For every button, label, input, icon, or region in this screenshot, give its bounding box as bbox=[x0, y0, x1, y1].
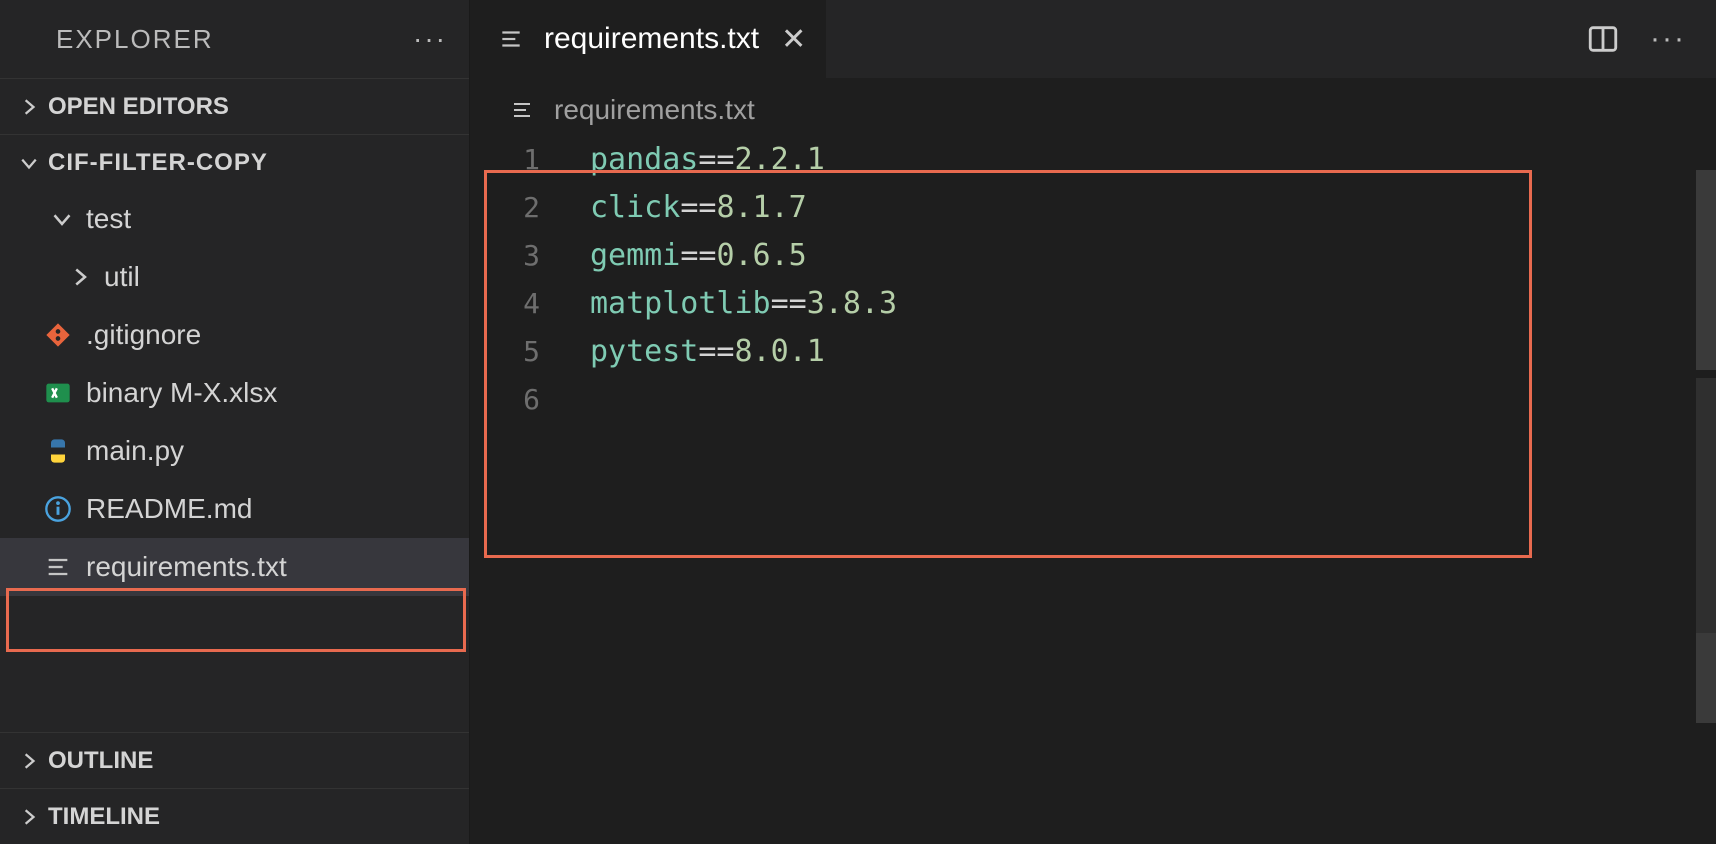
section-label: CIF-FILTER-COPY bbox=[48, 149, 268, 177]
chevron-right-icon bbox=[70, 267, 104, 287]
line-number: 3 bbox=[470, 232, 590, 280]
tab-label: requirements.txt bbox=[544, 22, 759, 56]
excel-icon bbox=[44, 379, 86, 407]
code-line[interactable]: 3gemmi==0.6.5 bbox=[470, 232, 1716, 280]
line-number: 6 bbox=[470, 376, 590, 424]
code-line[interactable]: 2click==8.1.7 bbox=[470, 184, 1716, 232]
code-text: gemmi==0.6.5 bbox=[590, 232, 807, 280]
section-project[interactable]: CIF-FILTER-COPY bbox=[0, 134, 469, 190]
section-label: OPEN EDITORS bbox=[48, 93, 229, 121]
tree-file-label: requirements.txt bbox=[86, 551, 287, 583]
tree-file-label: README.md bbox=[86, 493, 252, 525]
code-text: matplotlib==3.8.3 bbox=[590, 280, 897, 328]
text-lines-icon bbox=[498, 26, 530, 52]
info-icon bbox=[44, 495, 86, 523]
editor-area: requirements.txt ✕ ··· requirements.txt … bbox=[470, 0, 1716, 844]
breadcrumb[interactable]: requirements.txt bbox=[470, 78, 1716, 136]
section-open-editors[interactable]: OPEN EDITORS bbox=[0, 78, 469, 134]
tree-file[interactable]: README.md bbox=[0, 480, 469, 538]
section-label: OUTLINE bbox=[48, 747, 153, 775]
section-outline[interactable]: OUTLINE bbox=[0, 732, 469, 788]
tree-file[interactable]: binary M-X.xlsx bbox=[0, 364, 469, 422]
code-line[interactable]: 6 bbox=[470, 376, 1716, 424]
code-line[interactable]: 4matplotlib==3.8.3 bbox=[470, 280, 1716, 328]
tree-file[interactable]: main.py bbox=[0, 422, 469, 480]
code-text: pandas==2.2.1 bbox=[590, 136, 825, 184]
minimap[interactable] bbox=[1688, 78, 1716, 844]
line-number: 2 bbox=[470, 184, 590, 232]
tab-requirements[interactable]: requirements.txt ✕ bbox=[470, 0, 827, 78]
line-number: 4 bbox=[470, 280, 590, 328]
file-tree: test util .gitignore binary M-X.xlsx bbox=[0, 190, 469, 732]
text-lines-icon bbox=[44, 553, 86, 581]
app-root: EXPLORER ··· OPEN EDITORS CIF-FILTER-COP… bbox=[0, 0, 1716, 844]
minimap-region bbox=[1696, 170, 1716, 370]
sidebar-bottom: OUTLINE TIMELINE bbox=[0, 732, 469, 844]
chevron-down-icon bbox=[52, 209, 86, 229]
tab-actions: ··· bbox=[1586, 0, 1716, 78]
tree-folder[interactable]: test bbox=[0, 190, 469, 248]
code-editor[interactable]: 1pandas==2.2.12click==8.1.73gemmi==0.6.5… bbox=[470, 136, 1716, 424]
tab-bar: requirements.txt ✕ ··· bbox=[470, 0, 1716, 78]
tree-folder[interactable]: util bbox=[0, 248, 469, 306]
split-editor-icon[interactable] bbox=[1586, 22, 1620, 56]
minimap-slider[interactable] bbox=[1696, 633, 1716, 723]
code-text: click==8.1.7 bbox=[590, 184, 807, 232]
text-lines-icon bbox=[510, 98, 540, 122]
code-text: pytest==8.0.1 bbox=[590, 328, 825, 376]
tree-file[interactable]: .gitignore bbox=[0, 306, 469, 364]
explorer-header: EXPLORER ··· bbox=[0, 0, 469, 78]
code-line[interactable]: 5pytest==8.0.1 bbox=[470, 328, 1716, 376]
close-icon[interactable]: ✕ bbox=[781, 22, 806, 57]
chevron-right-icon bbox=[20, 752, 48, 770]
line-number: 1 bbox=[470, 136, 590, 184]
explorer-sidebar: EXPLORER ··· OPEN EDITORS CIF-FILTER-COP… bbox=[0, 0, 470, 844]
tree-file-label: main.py bbox=[86, 435, 184, 467]
section-timeline[interactable]: TIMELINE bbox=[0, 788, 469, 844]
tree-folder-label: test bbox=[86, 203, 131, 235]
breadcrumb-label: requirements.txt bbox=[554, 94, 755, 126]
explorer-title: EXPLORER bbox=[56, 24, 214, 55]
chevron-right-icon bbox=[20, 98, 48, 116]
editor-body: requirements.txt 1pandas==2.2.12click==8… bbox=[470, 78, 1716, 844]
tree-file-label: binary M-X.xlsx bbox=[86, 377, 277, 409]
section-label: TIMELINE bbox=[48, 803, 160, 831]
tree-folder-label: util bbox=[104, 261, 140, 293]
editor-more-icon[interactable]: ··· bbox=[1650, 22, 1686, 56]
chevron-down-icon bbox=[20, 154, 48, 172]
code-line[interactable]: 1pandas==2.2.1 bbox=[470, 136, 1716, 184]
line-number: 5 bbox=[470, 328, 590, 376]
tree-file-label: .gitignore bbox=[86, 319, 201, 351]
git-icon bbox=[44, 321, 86, 349]
chevron-right-icon bbox=[20, 808, 48, 826]
minimap-region bbox=[1696, 378, 1716, 638]
explorer-more-icon[interactable]: ··· bbox=[413, 23, 447, 55]
tree-file-active[interactable]: requirements.txt bbox=[0, 538, 469, 596]
python-icon bbox=[44, 437, 86, 465]
